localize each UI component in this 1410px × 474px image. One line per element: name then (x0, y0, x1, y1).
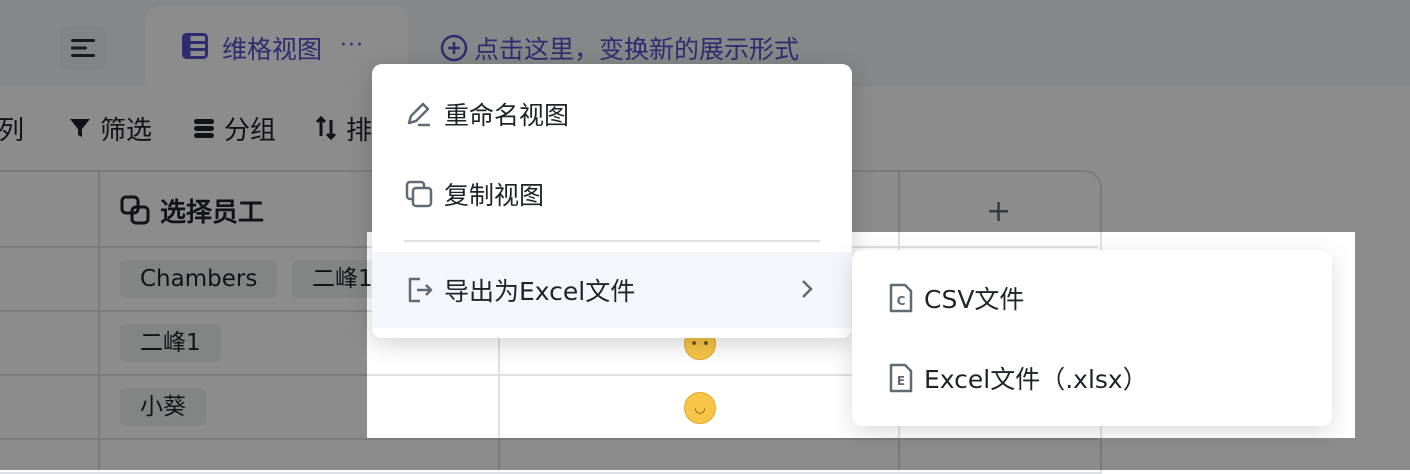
submenu-item-xlsx[interactable]: E Excel文件（.xlsx） (852, 342, 1332, 414)
dim-overlay (0, 232, 367, 470)
menu-item-label: 重命名视图 (444, 101, 570, 130)
submenu-item-label: CSV文件 (924, 285, 1025, 314)
menu-item-export-excel[interactable]: 导出为Excel文件 (372, 252, 852, 328)
submenu-item-label: Excel文件（.xlsx） (924, 365, 1148, 394)
svg-text:E: E (897, 374, 905, 388)
menu-item-label: 复制视图 (444, 181, 545, 210)
chevron-right-icon (802, 280, 813, 298)
pen-icon (407, 102, 430, 127)
copy-icon (405, 180, 433, 208)
dim-overlay (1355, 232, 1410, 470)
menu-item-label: 导出为Excel文件 (444, 277, 636, 306)
csv-file-icon: C (889, 283, 913, 313)
export-icon (408, 277, 433, 303)
excel-file-icon: E (889, 363, 913, 393)
svg-text:C: C (897, 294, 906, 308)
menu-item-duplicate-view[interactable]: 复制视图 (372, 156, 852, 232)
dim-overlay (367, 438, 1355, 470)
submenu-item-csv[interactable]: C CSV文件 (852, 262, 1332, 334)
upside-down-emoji: ◡ (684, 392, 716, 424)
menu-item-rename-view[interactable]: 重命名视图 (372, 76, 852, 152)
menu-separator (404, 240, 820, 242)
